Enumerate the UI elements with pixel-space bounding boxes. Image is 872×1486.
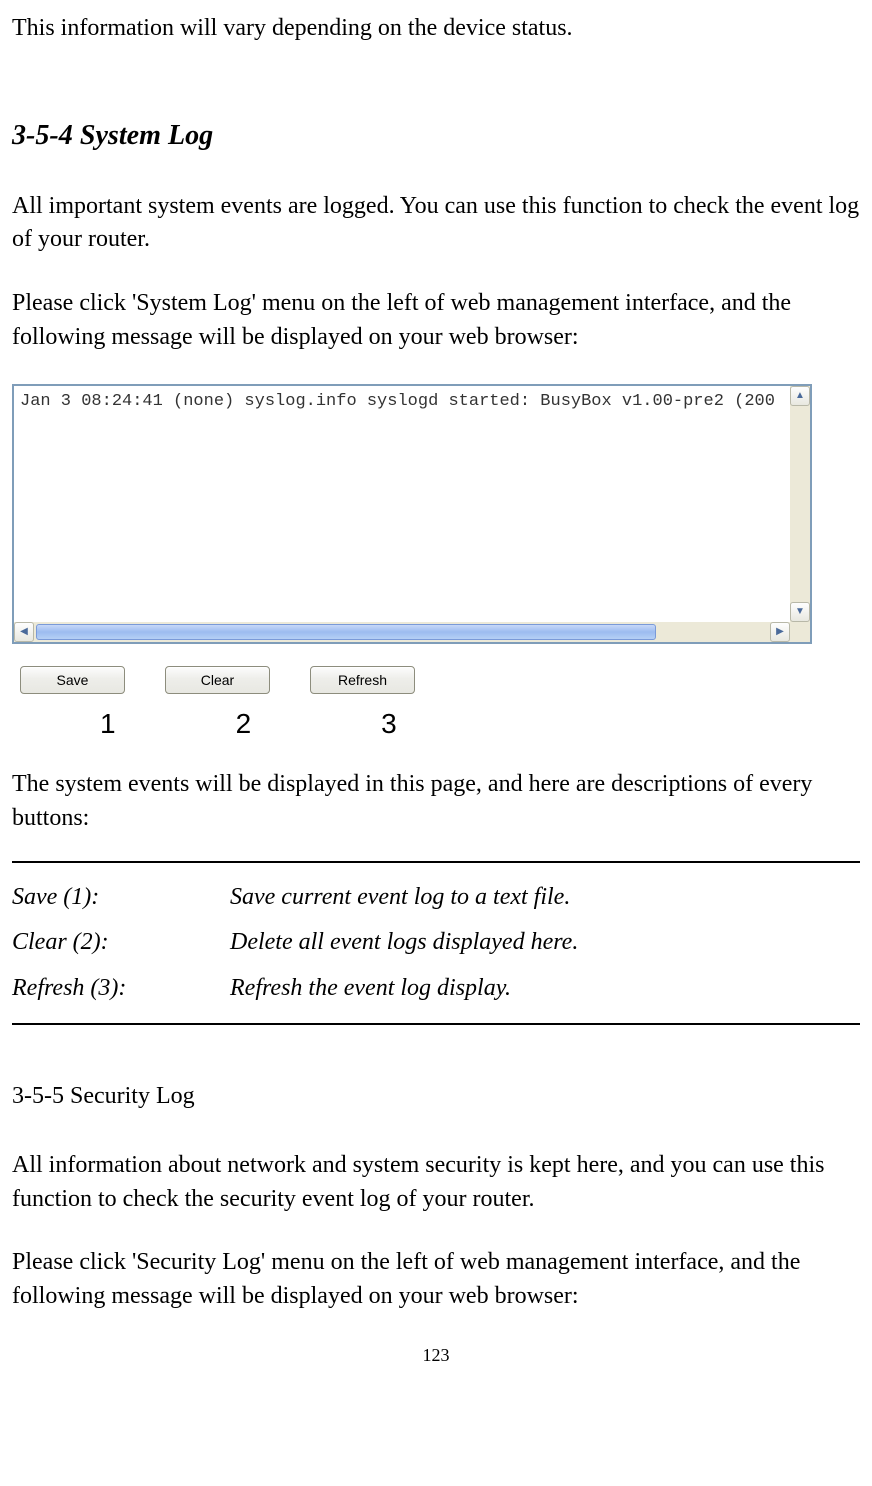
description-intro: The system events will be displayed in t… bbox=[12, 768, 860, 835]
scroll-up-icon[interactable]: ▲ bbox=[790, 386, 810, 406]
table-row: Clear (2): Delete all event logs display… bbox=[12, 926, 860, 960]
section-heading-system-log: 3-5-4 System Log bbox=[12, 116, 860, 155]
clear-button[interactable]: Clear bbox=[165, 666, 270, 694]
annotation-1: 1 bbox=[100, 704, 116, 743]
scroll-right-icon[interactable]: ▶ bbox=[770, 622, 790, 642]
log-content-text: Jan 3 08:24:41 (none) syslog.info syslog… bbox=[14, 386, 810, 418]
desc-text-refresh: Refresh the event log display. bbox=[230, 972, 860, 1006]
system-log-paragraph-2: Please click 'System Log' menu on the le… bbox=[12, 287, 860, 354]
scroll-left-icon[interactable]: ◀ bbox=[14, 622, 34, 642]
descriptions-table: Save (1): Save current event log to a te… bbox=[12, 861, 860, 1026]
screenshot-system-log: Jan 3 08:24:41 (none) syslog.info syslog… bbox=[12, 384, 860, 694]
security-log-paragraph-2: Please click 'Security Log' menu on the … bbox=[12, 1246, 860, 1313]
buttons-row: Save Clear Refresh bbox=[12, 666, 860, 694]
section-heading-security-log: 3-5-5 Security Log bbox=[12, 1080, 860, 1114]
security-log-paragraph-1: All information about network and system… bbox=[12, 1149, 860, 1216]
annotation-3: 3 bbox=[381, 704, 397, 743]
desc-label-clear: Clear (2): bbox=[12, 926, 230, 960]
scroll-down-icon[interactable]: ▼ bbox=[790, 602, 810, 622]
button-annotations: 1 2 3 bbox=[12, 704, 860, 743]
desc-text-clear: Delete all event logs displayed here. bbox=[230, 926, 860, 960]
scroll-thumb[interactable] bbox=[36, 624, 656, 640]
intro-text: This information will vary depending on … bbox=[12, 12, 860, 46]
save-button[interactable]: Save bbox=[20, 666, 125, 694]
scroll-corner bbox=[790, 622, 810, 642]
desc-label-save: Save (1): bbox=[12, 881, 230, 915]
page-number: 123 bbox=[12, 1343, 860, 1368]
horizontal-scrollbar[interactable]: ◀ ▶ bbox=[14, 622, 790, 642]
refresh-button[interactable]: Refresh bbox=[310, 666, 415, 694]
log-textarea[interactable]: Jan 3 08:24:41 (none) syslog.info syslog… bbox=[12, 384, 812, 644]
vertical-scrollbar[interactable]: ▲ ▼ bbox=[790, 386, 810, 622]
system-log-paragraph-1: All important system events are logged. … bbox=[12, 190, 860, 257]
table-row: Save (1): Save current event log to a te… bbox=[12, 881, 860, 915]
desc-label-refresh: Refresh (3): bbox=[12, 972, 230, 1006]
desc-text-save: Save current event log to a text file. bbox=[230, 881, 860, 915]
annotation-2: 2 bbox=[236, 704, 252, 743]
table-row: Refresh (3): Refresh the event log displ… bbox=[12, 972, 860, 1006]
